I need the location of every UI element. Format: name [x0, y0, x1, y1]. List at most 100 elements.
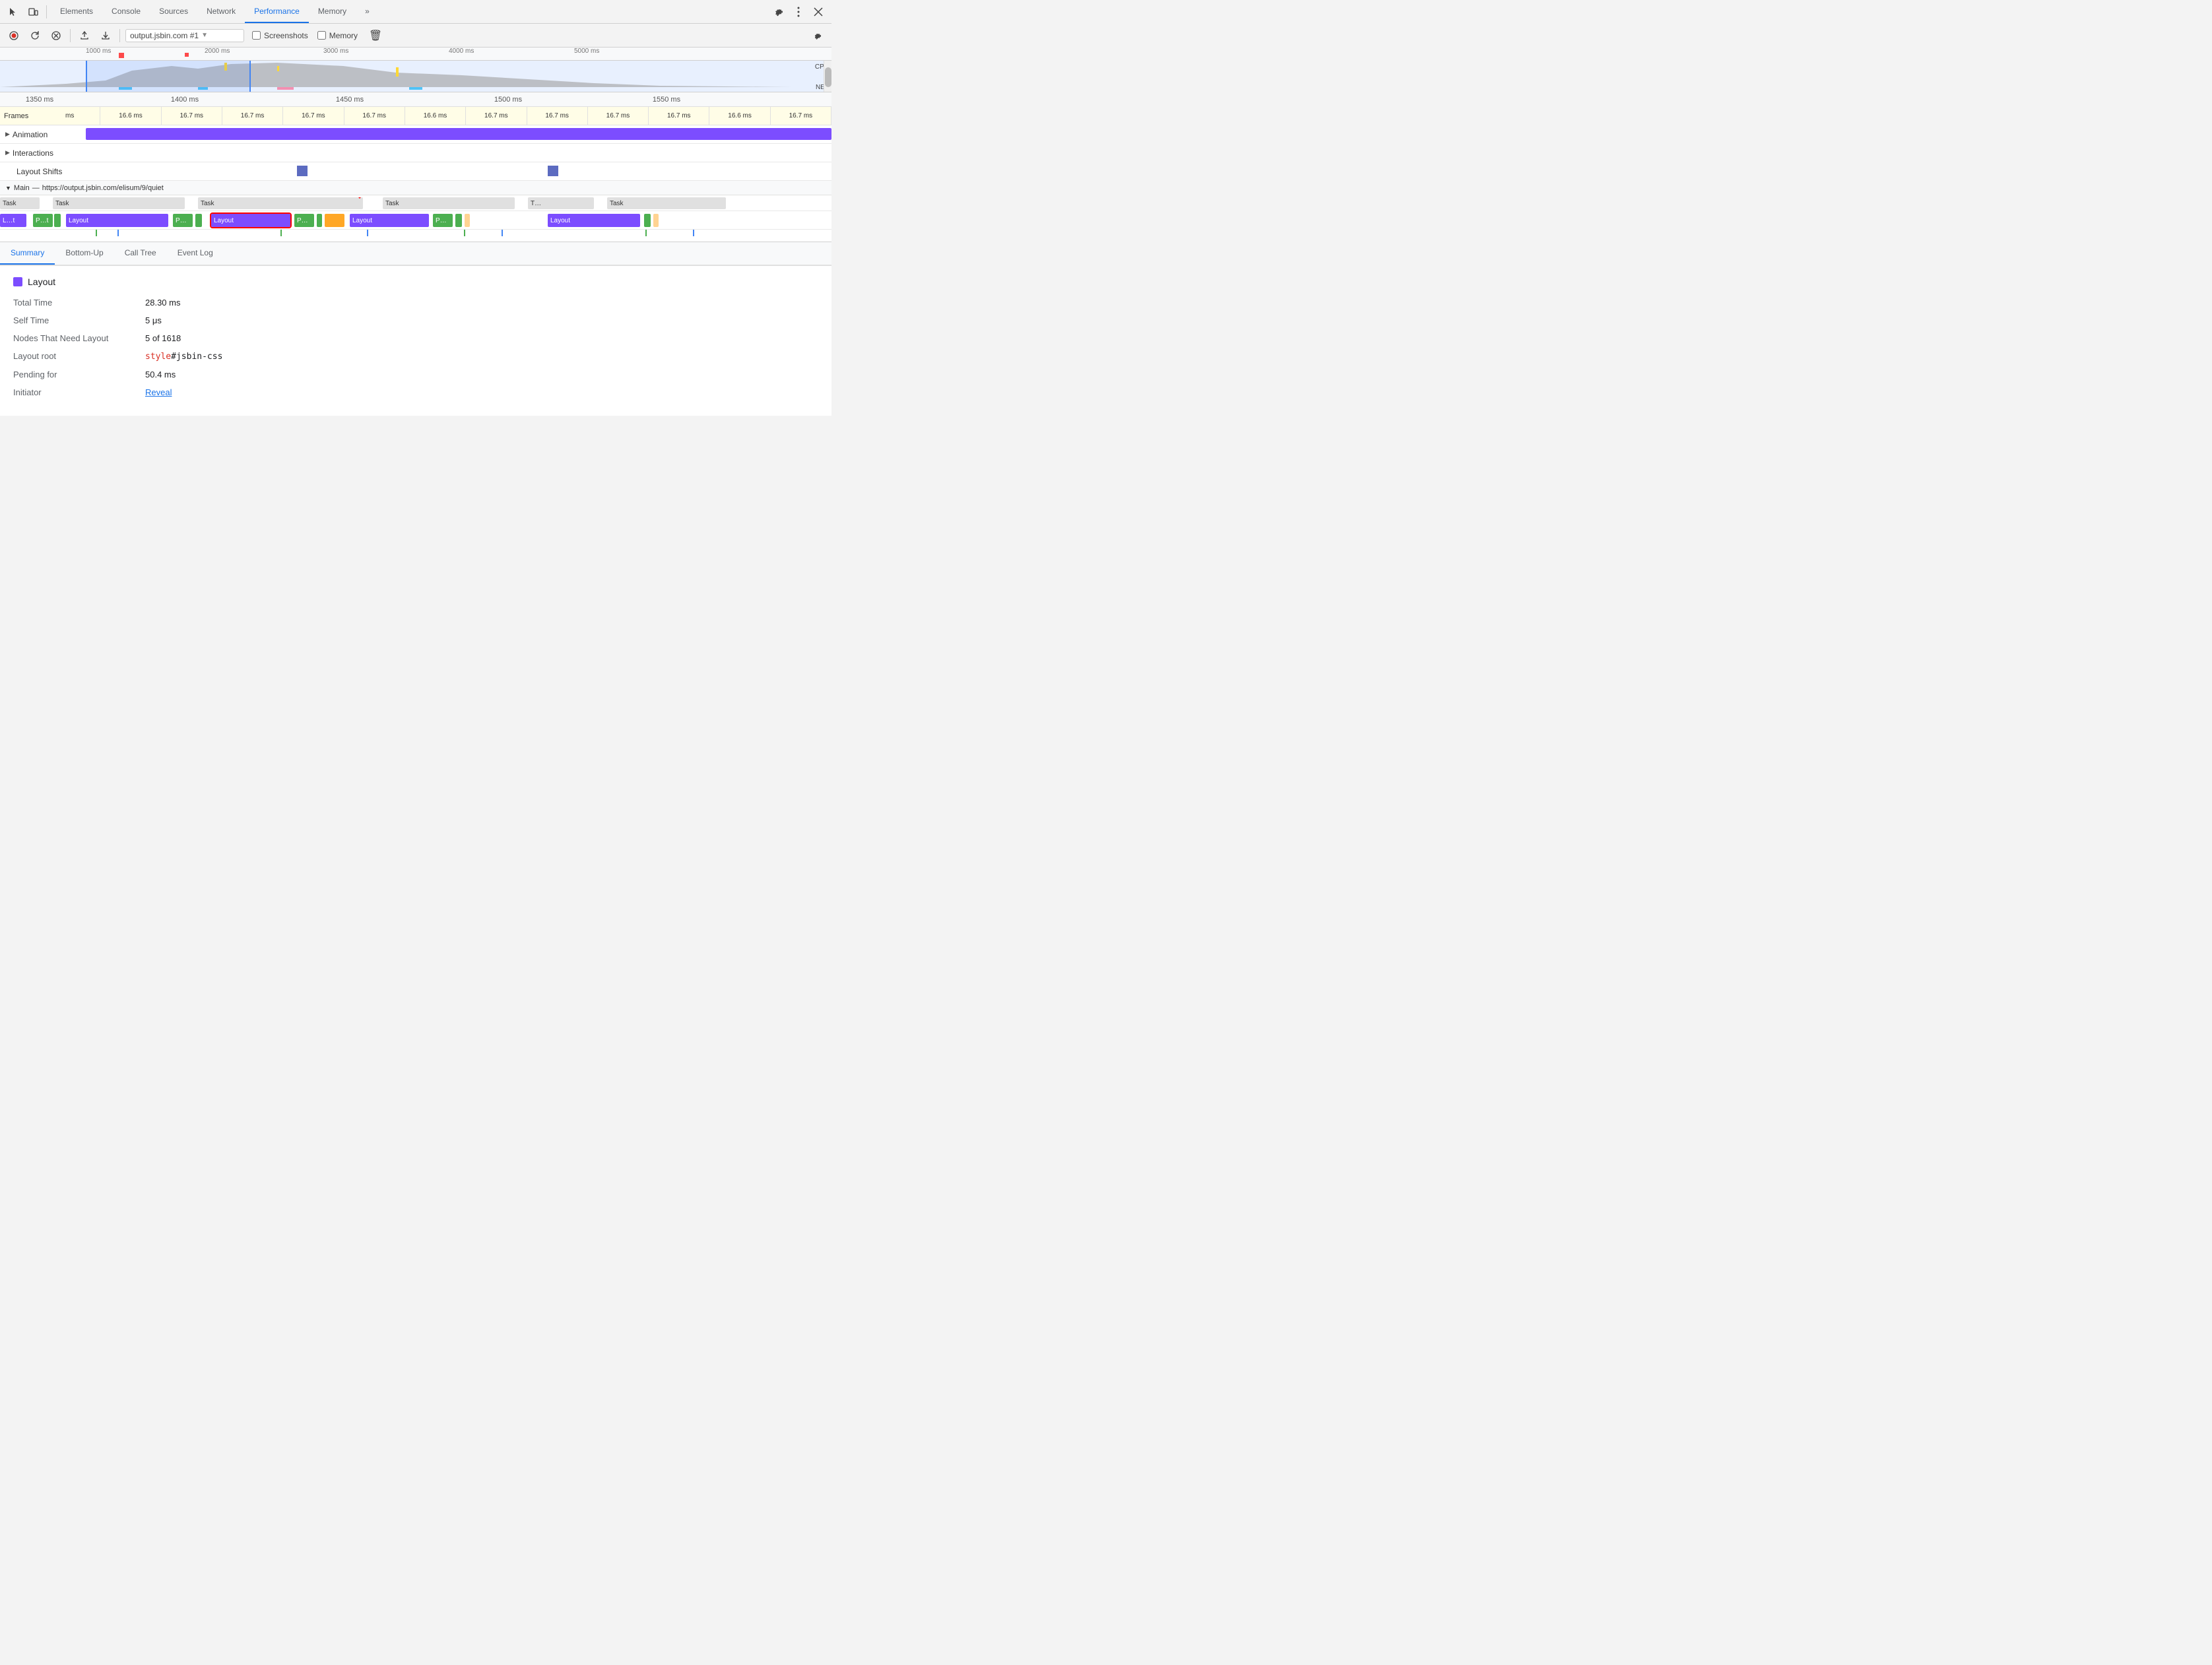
more-options-btn[interactable] — [789, 3, 808, 21]
task-block-1[interactable]: Task — [0, 197, 40, 209]
indicator-6 — [502, 230, 503, 236]
interactions-label-text: Interactions — [13, 148, 53, 158]
main-header[interactable]: ▼ Main — https://output.jsbin.com/elisum… — [0, 181, 831, 195]
scrollbar-thumb[interactable] — [825, 67, 831, 87]
tab-event-log[interactable]: Event Log — [167, 242, 224, 265]
tab-performance[interactable]: Performance — [245, 0, 309, 23]
task-block-3[interactable]: Task — [198, 197, 363, 209]
frames-row: Frames ms 16.6 ms 16.7 ms 16.7 ms 16.7 m… — [0, 107, 831, 125]
main-url: https://output.jsbin.com/elisum/9/quiet — [42, 184, 164, 192]
layout-block-yellow-2[interactable] — [465, 214, 470, 227]
device-toggle-btn[interactable] — [24, 3, 42, 21]
memory-checkbox[interactable] — [317, 31, 326, 40]
memory-checkbox-label[interactable]: Memory — [317, 31, 358, 40]
tab-summary[interactable]: Summary — [0, 242, 55, 265]
task-block-2[interactable]: Task — [53, 197, 185, 209]
capture-settings-btn[interactable] — [809, 27, 826, 44]
bottom-tabs: Summary Bottom-Up Call Tree Event Log — [0, 242, 831, 266]
ruler-mark-1000: 1000 ms — [86, 48, 111, 55]
timeline-overview[interactable]: 1000 ms 2000 ms 3000 ms 4000 ms 5000 ms … — [0, 48, 831, 92]
summary-color-indicator — [13, 277, 22, 286]
layout-block-selected[interactable]: Layout — [211, 214, 290, 227]
screenshots-label: Screenshots — [264, 31, 308, 40]
layout-root-value: style#jsbin-css — [145, 351, 222, 362]
record-btn[interactable] — [5, 27, 22, 44]
scrollbar-track[interactable] — [824, 61, 831, 92]
tab-console[interactable]: Console — [102, 0, 150, 23]
initiator-value[interactable]: Reveal — [145, 387, 172, 397]
ruler-mark-3000: 3000 ms — [323, 48, 348, 55]
selection-overlay[interactable] — [86, 61, 251, 92]
frame-cell-6: 16.6 ms — [405, 107, 466, 125]
indicator-2 — [117, 230, 119, 236]
indicator-1 — [96, 230, 97, 236]
settings-btn[interactable] — [769, 3, 788, 21]
frame-cell-7: 16.7 ms — [466, 107, 527, 125]
task-1-label: Task — [3, 200, 16, 207]
layout-block-paint-1[interactable] — [54, 214, 61, 227]
layout-block-p2[interactable]: P… — [173, 214, 193, 227]
cursor-icon-btn[interactable] — [4, 3, 22, 21]
tab-more[interactable]: » — [356, 0, 379, 23]
close-btn[interactable] — [809, 3, 828, 21]
task-block-5[interactable]: T… — [528, 197, 594, 209]
memory-label: Memory — [329, 31, 358, 40]
tab-memory[interactable]: Memory — [309, 0, 356, 23]
layout-block-pt[interactable]: P…t — [33, 214, 53, 227]
layout-block-layout-3[interactable]: Layout — [350, 214, 429, 227]
layout-shifts-track-label: Layout Shifts — [0, 167, 86, 176]
layout-block-lt[interactable]: L…t — [0, 214, 26, 227]
toolbar-sep-1 — [70, 29, 71, 42]
summary-panel: Layout Total Time 28.30 ms Self Time 5 μ… — [0, 266, 831, 416]
download-btn[interactable] — [97, 27, 114, 44]
clear-recordings-btn[interactable]: 🗑 — [367, 27, 384, 44]
tasks-row: Task Task Task Task T… Task — [0, 195, 831, 211]
tab-network[interactable]: Network — [197, 0, 245, 23]
ruler-mark-4000: 4000 ms — [449, 48, 474, 55]
task-4-label: Task — [385, 200, 399, 207]
nav-right-buttons — [769, 3, 828, 21]
frame-cell-5: 16.7 ms — [344, 107, 405, 125]
task-2-label: Task — [55, 200, 69, 207]
layout-block-paint-4[interactable] — [455, 214, 462, 227]
red-marker-1 — [119, 53, 124, 58]
screenshots-checkbox[interactable] — [252, 31, 261, 40]
tab-bottom-up[interactable]: Bottom-Up — [55, 242, 114, 265]
layout-block-p4[interactable]: P… — [433, 214, 453, 227]
layout-block-yellow-3[interactable] — [653, 214, 659, 227]
main-separator: — — [32, 184, 40, 192]
tab-call-tree[interactable]: Call Tree — [114, 242, 167, 265]
interactions-track-label[interactable]: ▶ Interactions — [0, 148, 86, 158]
layout-block-paint-5[interactable] — [644, 214, 651, 227]
toolbar-sep-2 — [119, 29, 120, 42]
frames-label: Frames — [0, 112, 40, 120]
upload-btn[interactable] — [76, 27, 93, 44]
layout-block-yellow[interactable] — [325, 214, 344, 227]
layout-block-layout-1[interactable]: Layout — [66, 214, 168, 227]
task-5-label: T… — [531, 200, 541, 207]
main-triangle: ▼ — [5, 185, 11, 191]
frame-cell-11: 16.6 ms — [709, 107, 770, 125]
layout-block-paint-3[interactable] — [317, 214, 322, 227]
reload-btn[interactable] — [26, 27, 44, 44]
url-select[interactable]: output.jsbin.com #1 ▼ — [125, 29, 244, 42]
frame-cell-10: 16.7 ms — [649, 107, 709, 125]
layout-block-paint-2[interactable] — [195, 214, 202, 227]
tab-sources[interactable]: Sources — [150, 0, 197, 23]
task-6-label: Task — [610, 200, 624, 207]
total-time-key: Total Time — [13, 298, 132, 308]
layout-block-layout-4[interactable]: Layout — [548, 214, 640, 227]
clear-btn[interactable] — [48, 27, 65, 44]
main-nav-tabs: Elements Console Sources Network Perform… — [51, 0, 768, 23]
task-block-4[interactable]: Task — [383, 197, 515, 209]
animation-track-label[interactable]: ▶ Animation — [0, 130, 86, 139]
layout-shifts-content — [86, 162, 831, 180]
layout-block-p3[interactable]: P… — [294, 214, 314, 227]
detail-mark-1400: 1400 ms — [171, 96, 199, 104]
tab-elements[interactable]: Elements — [51, 0, 102, 23]
animation-row: ▶ Animation — [0, 125, 831, 144]
task-block-6[interactable]: Task — [607, 197, 726, 209]
frame-cell-1: 16.6 ms — [100, 107, 161, 125]
interactions-row: ▶ Interactions — [0, 144, 831, 162]
screenshots-checkbox-label[interactable]: Screenshots — [252, 31, 308, 40]
